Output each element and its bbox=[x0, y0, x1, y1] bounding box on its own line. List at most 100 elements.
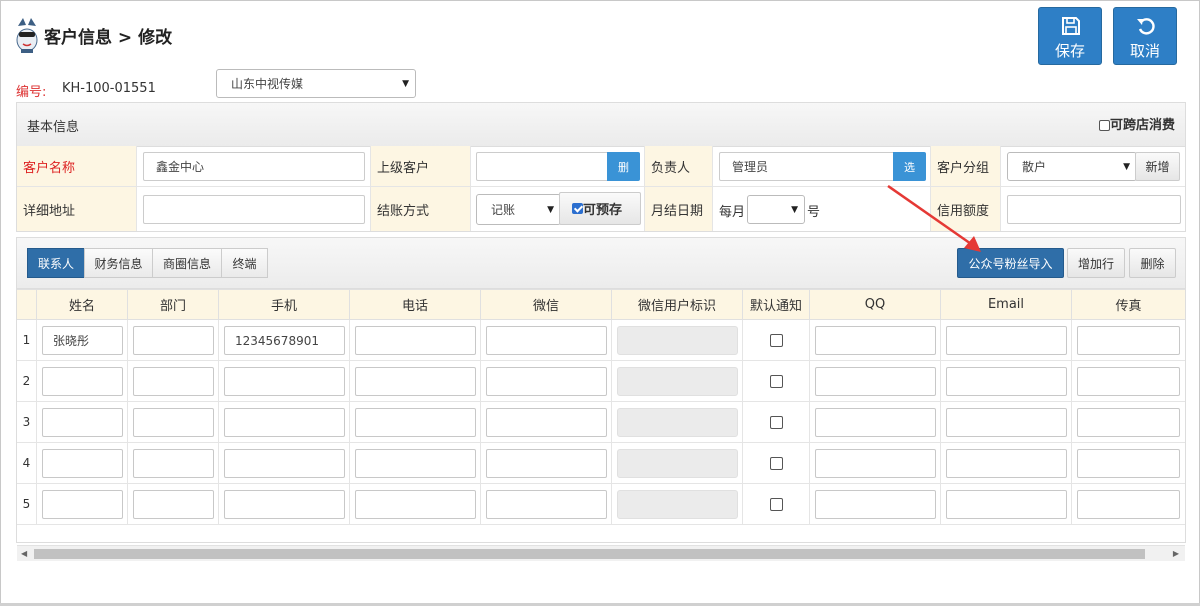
grid-header-wechat: 微信 bbox=[481, 289, 612, 320]
prepay-label: 可预存 bbox=[583, 203, 623, 218]
name-input[interactable] bbox=[42, 449, 123, 478]
monthly-day-select[interactable]: ▼ bbox=[747, 195, 805, 224]
department-input[interactable] bbox=[133, 326, 214, 355]
group-add-button[interactable]: 新增 bbox=[1135, 152, 1180, 181]
email-input[interactable] bbox=[946, 367, 1067, 396]
default-notify-checkbox[interactable] bbox=[770, 334, 783, 347]
mobile-input[interactable]: 12345678901 bbox=[224, 326, 345, 355]
row-number: 4 bbox=[22, 456, 31, 470]
wechat-input[interactable] bbox=[486, 449, 607, 478]
code-label: 编号: bbox=[16, 85, 47, 100]
name-input[interactable]: 张晓彤 bbox=[42, 326, 123, 355]
phone-input[interactable] bbox=[355, 326, 476, 355]
settle-select[interactable]: 记账 ▼ bbox=[476, 194, 561, 225]
mobile-input[interactable] bbox=[224, 367, 345, 396]
qq-input[interactable] bbox=[815, 367, 936, 396]
default-notify-checkbox[interactable] bbox=[770, 416, 783, 429]
mobile-input[interactable] bbox=[224, 408, 345, 437]
department-input[interactable] bbox=[133, 490, 214, 519]
credit-input[interactable] bbox=[1007, 195, 1181, 224]
email-input[interactable] bbox=[946, 490, 1067, 519]
store-select-value: 山东中视传媒 bbox=[231, 77, 304, 91]
table-cell bbox=[743, 361, 810, 402]
qq-input[interactable] bbox=[815, 326, 936, 355]
wechat-input[interactable] bbox=[486, 408, 607, 437]
name-input[interactable] bbox=[42, 408, 123, 437]
tab-finance[interactable]: 财务信息 bbox=[84, 248, 153, 278]
fax-input[interactable] bbox=[1077, 490, 1180, 519]
name-input[interactable] bbox=[42, 367, 123, 396]
table-cell bbox=[128, 484, 219, 525]
table-cell bbox=[941, 320, 1072, 361]
scroll-right-icon[interactable]: ▶ bbox=[1173, 549, 1179, 558]
table-cell bbox=[350, 320, 481, 361]
fax-input[interactable] bbox=[1077, 408, 1180, 437]
tab-terminal[interactable]: 终端 bbox=[221, 248, 268, 278]
cross-store-checkbox[interactable] bbox=[1098, 120, 1110, 131]
owner-select-button[interactable]: 选 bbox=[893, 152, 926, 181]
table-cell bbox=[219, 361, 350, 402]
chevron-down-icon: ▼ bbox=[1123, 161, 1130, 172]
mobile-input[interactable] bbox=[224, 490, 345, 519]
fax-input[interactable] bbox=[1077, 367, 1180, 396]
grid-header-email: Email bbox=[941, 289, 1072, 320]
default-notify-checkbox[interactable] bbox=[770, 498, 783, 511]
horizontal-scrollbar[interactable]: ◀ ▶ bbox=[17, 545, 1185, 561]
cancel-button-label: 取消 bbox=[1129, 42, 1160, 60]
cross-store-label: 可跨店消费 bbox=[1109, 118, 1175, 133]
table-cell bbox=[481, 484, 612, 525]
default-notify-checkbox[interactable] bbox=[770, 457, 783, 470]
annotation-arrow-icon bbox=[887, 184, 981, 252]
tab-contacts[interactable]: 联系人 bbox=[27, 248, 85, 278]
phone-input[interactable] bbox=[355, 408, 476, 437]
wechat-input[interactable] bbox=[486, 490, 607, 519]
prepay-option[interactable]: 可预存 bbox=[559, 192, 641, 225]
qq-input[interactable] bbox=[815, 449, 936, 478]
mobile-input[interactable] bbox=[224, 449, 345, 478]
settle-label: 结账方式 bbox=[371, 187, 471, 231]
qq-input[interactable] bbox=[815, 408, 936, 437]
department-input[interactable] bbox=[133, 408, 214, 437]
phone-input[interactable] bbox=[355, 490, 476, 519]
cancel-button[interactable]: 取消 bbox=[1113, 7, 1177, 65]
qq-input[interactable] bbox=[815, 490, 936, 519]
phone-input[interactable] bbox=[355, 367, 476, 396]
wechat-input[interactable] bbox=[486, 367, 607, 396]
customer-name-input[interactable]: 鑫金中心 bbox=[143, 152, 365, 181]
name-input[interactable] bbox=[42, 490, 123, 519]
table-cell bbox=[37, 361, 128, 402]
fax-input[interactable] bbox=[1077, 449, 1180, 478]
tab-business-area[interactable]: 商圈信息 bbox=[152, 248, 222, 278]
scrollbar-thumb[interactable] bbox=[34, 549, 1145, 559]
prepay-checkbox[interactable] bbox=[572, 203, 583, 214]
monthly-prefix: 每月 bbox=[719, 205, 746, 220]
wechat-input[interactable] bbox=[486, 326, 607, 355]
address-cell bbox=[137, 187, 371, 231]
email-input[interactable] bbox=[946, 326, 1067, 355]
owner-input[interactable]: 管理员 bbox=[719, 152, 895, 181]
scroll-left-icon[interactable]: ◀ bbox=[21, 549, 27, 558]
group-select[interactable]: 散户 ▼ bbox=[1007, 152, 1137, 181]
store-select[interactable]: 山东中视传媒 ▼ bbox=[216, 69, 416, 98]
phone-input[interactable] bbox=[355, 449, 476, 478]
grid-header-qq: QQ bbox=[810, 289, 941, 320]
table-cell bbox=[350, 361, 481, 402]
department-input[interactable] bbox=[133, 367, 214, 396]
parent-customer-delete-button[interactable]: 删 bbox=[607, 152, 640, 181]
save-button[interactable]: 保存 bbox=[1038, 7, 1102, 65]
email-input[interactable] bbox=[946, 408, 1067, 437]
add-row-button[interactable]: 增加行 bbox=[1067, 248, 1125, 278]
delete-row-button[interactable]: 删除 bbox=[1129, 248, 1176, 278]
grid-header-default-notify: 默认通知 bbox=[743, 289, 810, 320]
default-notify-checkbox[interactable] bbox=[770, 375, 783, 388]
department-input[interactable] bbox=[133, 449, 214, 478]
settle-cell: 记账 ▼ 可预存 bbox=[471, 187, 645, 231]
table-cell bbox=[1072, 443, 1185, 484]
parent-customer-input[interactable] bbox=[476, 152, 609, 181]
address-input[interactable] bbox=[143, 195, 365, 224]
table-cell bbox=[941, 443, 1072, 484]
email-input[interactable] bbox=[946, 449, 1067, 478]
cross-store-option[interactable]: 可跨店消费 bbox=[1098, 114, 1175, 133]
fax-input[interactable] bbox=[1077, 326, 1180, 355]
table-cell bbox=[219, 484, 350, 525]
